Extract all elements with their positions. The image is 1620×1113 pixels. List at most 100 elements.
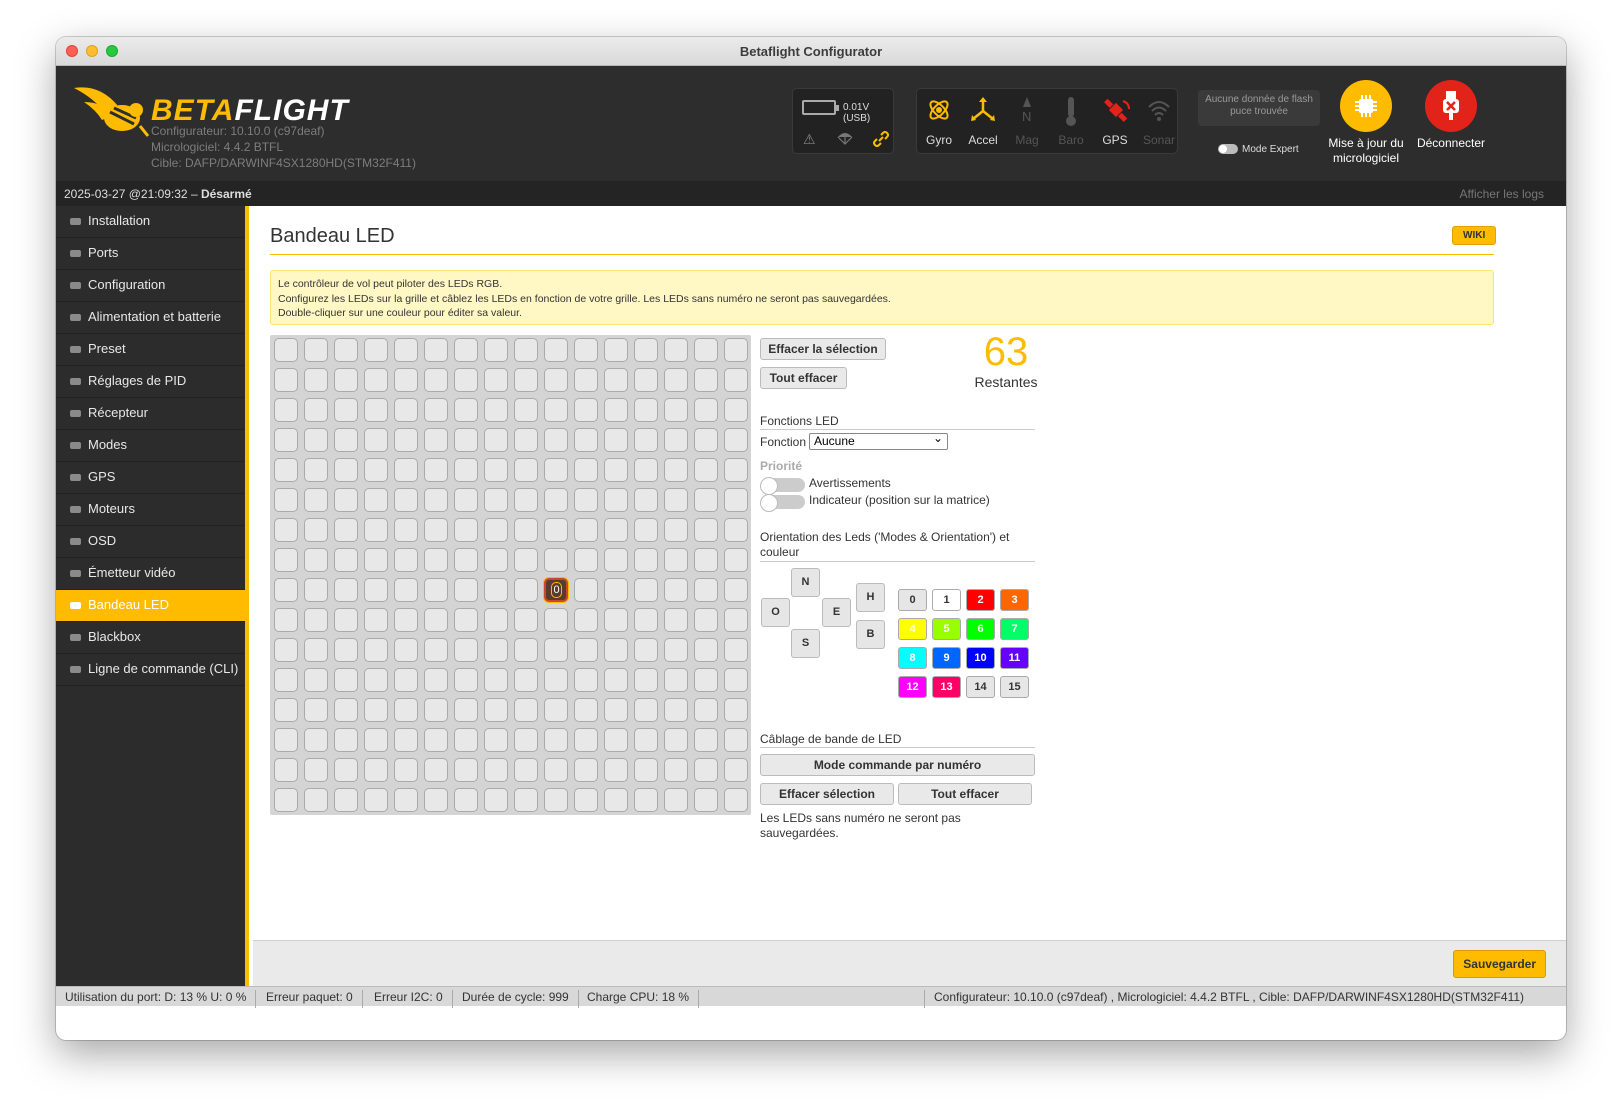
led-cell[interactable] bbox=[574, 638, 598, 662]
led-cell[interactable] bbox=[724, 548, 748, 572]
led-cell[interactable] bbox=[364, 668, 388, 692]
led-cell[interactable] bbox=[574, 398, 598, 422]
led-cell[interactable] bbox=[604, 728, 628, 752]
led-cell[interactable] bbox=[694, 338, 718, 362]
led-cell[interactable] bbox=[514, 548, 538, 572]
led-cell-selected[interactable]: 0 bbox=[544, 578, 568, 602]
led-cell[interactable] bbox=[394, 638, 418, 662]
led-cell[interactable] bbox=[544, 728, 568, 752]
led-cell[interactable] bbox=[604, 608, 628, 632]
indicator-switch[interactable] bbox=[760, 494, 805, 512]
led-cell[interactable] bbox=[454, 548, 478, 572]
led-cell[interactable] bbox=[514, 608, 538, 632]
led-cell[interactable] bbox=[334, 698, 358, 722]
led-cell[interactable] bbox=[604, 458, 628, 482]
led-cell[interactable] bbox=[694, 638, 718, 662]
led-cell[interactable] bbox=[634, 608, 658, 632]
led-cell[interactable] bbox=[724, 398, 748, 422]
led-cell[interactable] bbox=[664, 398, 688, 422]
led-cell[interactable] bbox=[424, 368, 448, 392]
led-cell[interactable] bbox=[394, 458, 418, 482]
led-cell[interactable] bbox=[604, 548, 628, 572]
led-cell[interactable] bbox=[724, 758, 748, 782]
led-cell[interactable] bbox=[484, 728, 508, 752]
led-cell[interactable] bbox=[454, 578, 478, 602]
led-cell[interactable] bbox=[304, 638, 328, 662]
led-cell[interactable] bbox=[274, 428, 298, 452]
led-cell[interactable] bbox=[424, 338, 448, 362]
led-cell[interactable] bbox=[634, 458, 658, 482]
led-cell[interactable] bbox=[364, 578, 388, 602]
led-cell[interactable] bbox=[364, 368, 388, 392]
led-cell[interactable] bbox=[574, 338, 598, 362]
led-cell[interactable] bbox=[604, 668, 628, 692]
led-cell[interactable] bbox=[514, 458, 538, 482]
led-cell[interactable] bbox=[664, 518, 688, 542]
led-cell[interactable] bbox=[634, 728, 658, 752]
led-cell[interactable] bbox=[424, 488, 448, 512]
led-cell[interactable] bbox=[634, 548, 658, 572]
led-cell[interactable] bbox=[394, 338, 418, 362]
led-cell[interactable] bbox=[334, 638, 358, 662]
sidebar-item-ports[interactable]: Ports bbox=[56, 238, 245, 270]
led-cell[interactable] bbox=[724, 578, 748, 602]
color-swatch-4[interactable]: 4 bbox=[898, 618, 927, 640]
led-cell[interactable] bbox=[364, 788, 388, 812]
led-cell[interactable] bbox=[514, 638, 538, 662]
led-cell[interactable] bbox=[484, 788, 508, 812]
led-cell[interactable] bbox=[604, 788, 628, 812]
led-cell[interactable] bbox=[634, 338, 658, 362]
led-cell[interactable] bbox=[484, 458, 508, 482]
led-cell[interactable] bbox=[514, 758, 538, 782]
led-cell[interactable] bbox=[514, 728, 538, 752]
led-cell[interactable] bbox=[424, 608, 448, 632]
led-cell[interactable] bbox=[694, 458, 718, 482]
led-cell[interactable] bbox=[694, 578, 718, 602]
led-cell[interactable] bbox=[694, 788, 718, 812]
led-cell[interactable] bbox=[424, 758, 448, 782]
led-cell[interactable] bbox=[604, 578, 628, 602]
led-cell[interactable] bbox=[304, 728, 328, 752]
led-cell[interactable] bbox=[544, 398, 568, 422]
color-swatch-6[interactable]: 6 bbox=[966, 618, 995, 640]
led-cell[interactable] bbox=[424, 728, 448, 752]
color-swatch-14[interactable]: 14 bbox=[966, 676, 995, 698]
led-cell[interactable] bbox=[664, 698, 688, 722]
led-cell[interactable] bbox=[544, 368, 568, 392]
led-cell[interactable] bbox=[664, 758, 688, 782]
sidebar-item-osd[interactable]: OSD bbox=[56, 526, 245, 558]
led-cell[interactable] bbox=[394, 788, 418, 812]
led-cell[interactable] bbox=[514, 338, 538, 362]
led-cell[interactable] bbox=[454, 368, 478, 392]
expert-mode-toggle[interactable]: Mode Expert bbox=[1218, 144, 1299, 155]
led-cell[interactable] bbox=[454, 518, 478, 542]
led-cell[interactable] bbox=[724, 338, 748, 362]
led-cell[interactable] bbox=[454, 788, 478, 812]
led-cell[interactable] bbox=[574, 608, 598, 632]
led-cell[interactable] bbox=[544, 668, 568, 692]
led-cell[interactable] bbox=[424, 548, 448, 572]
led-cell[interactable] bbox=[544, 638, 568, 662]
wiki-button[interactable]: WIKI bbox=[1452, 226, 1497, 245]
led-cell[interactable] bbox=[394, 398, 418, 422]
led-cell[interactable] bbox=[394, 698, 418, 722]
led-cell[interactable] bbox=[454, 638, 478, 662]
led-cell[interactable] bbox=[604, 638, 628, 662]
sidebar-item-r-glages-de-pid[interactable]: Réglages de PID bbox=[56, 366, 245, 398]
led-cell[interactable] bbox=[724, 608, 748, 632]
led-cell[interactable] bbox=[364, 458, 388, 482]
led-cell[interactable] bbox=[694, 758, 718, 782]
led-cell[interactable] bbox=[514, 428, 538, 452]
color-swatch-9[interactable]: 9 bbox=[932, 647, 961, 669]
led-cell[interactable] bbox=[274, 758, 298, 782]
led-cell[interactable] bbox=[274, 638, 298, 662]
sidebar-item-blackbox[interactable]: Blackbox bbox=[56, 622, 245, 654]
led-cell[interactable] bbox=[424, 518, 448, 542]
led-cell[interactable] bbox=[694, 488, 718, 512]
led-cell[interactable] bbox=[394, 758, 418, 782]
led-cell[interactable] bbox=[454, 338, 478, 362]
led-cell[interactable] bbox=[694, 398, 718, 422]
led-cell[interactable] bbox=[334, 728, 358, 752]
led-cell[interactable] bbox=[424, 698, 448, 722]
led-cell[interactable] bbox=[484, 758, 508, 782]
